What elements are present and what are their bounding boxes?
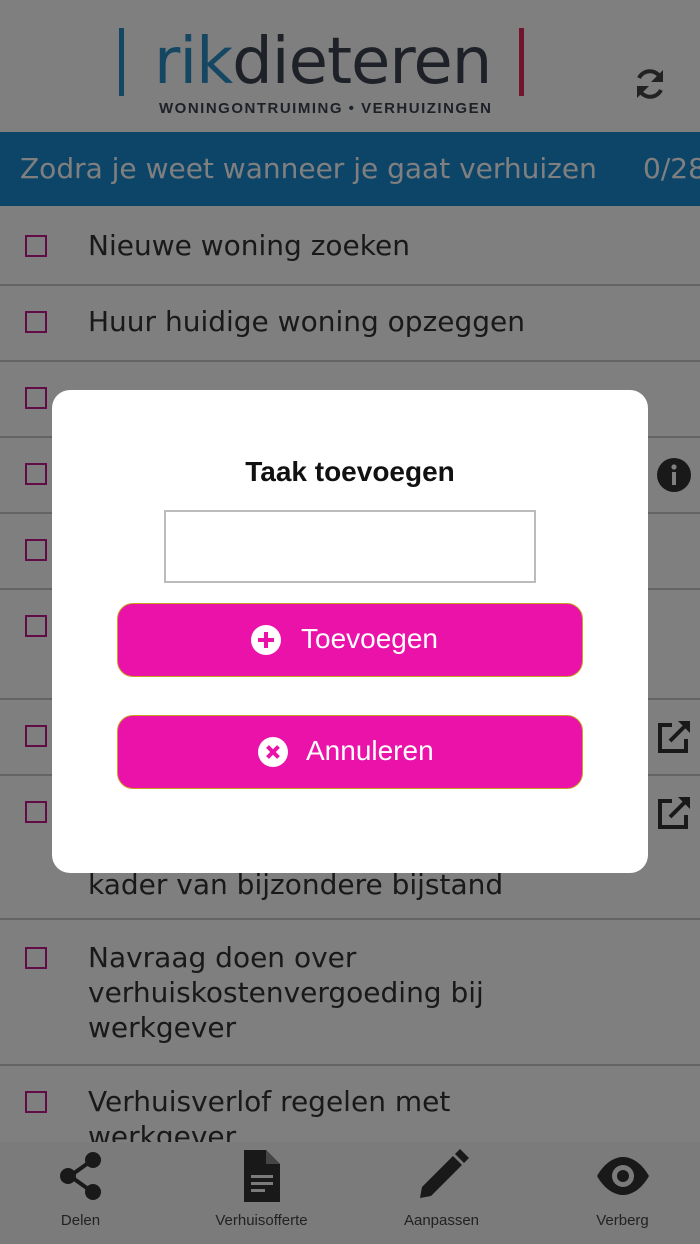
add-task-dialog: Taak toevoegen Toevoegen Annuleren bbox=[52, 390, 648, 873]
dialog-title: Taak toevoegen bbox=[245, 456, 455, 487]
add-button-label: Toevoegen bbox=[301, 623, 439, 654]
close-circle-icon bbox=[257, 736, 289, 768]
task-name-input[interactable] bbox=[164, 510, 536, 583]
plus-circle-icon bbox=[250, 624, 282, 656]
cancel-button[interactable]: Annuleren bbox=[117, 715, 583, 789]
add-button[interactable]: Toevoegen bbox=[117, 603, 583, 677]
cancel-button-label: Annuleren bbox=[306, 735, 434, 766]
